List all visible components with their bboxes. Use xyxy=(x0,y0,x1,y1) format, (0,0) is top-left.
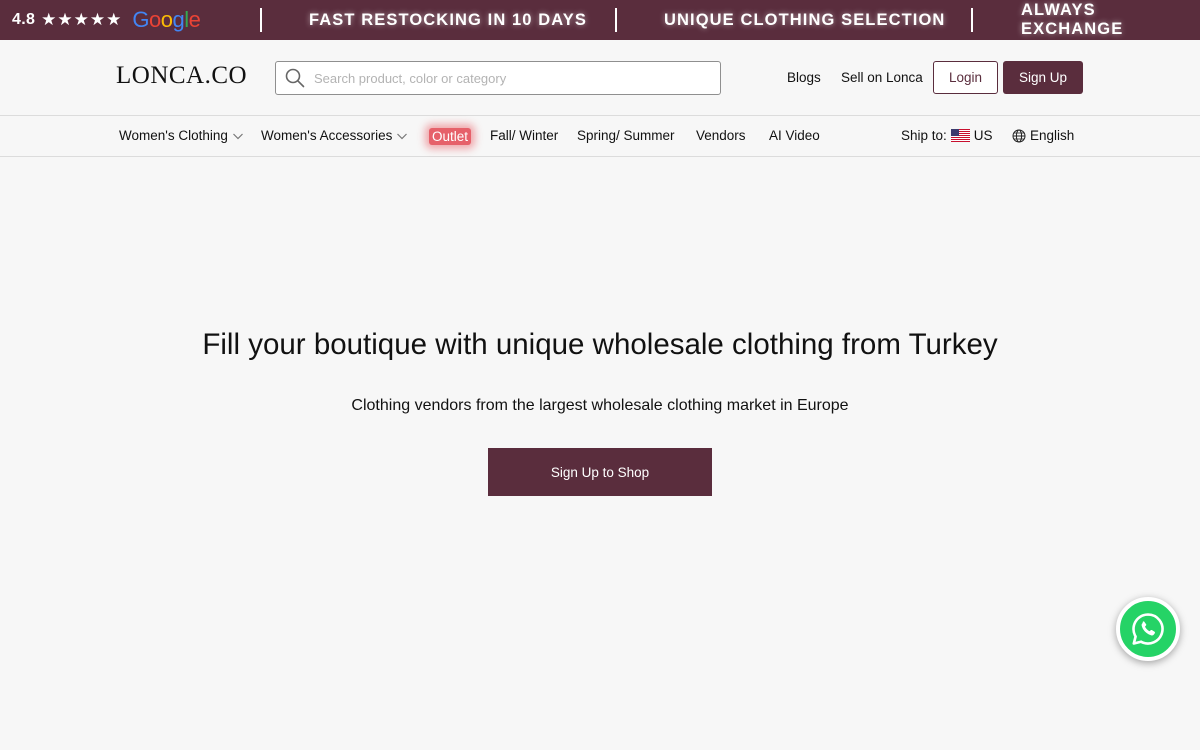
search-input[interactable] xyxy=(314,70,704,86)
site-logo[interactable]: LONCA.CO xyxy=(116,62,247,90)
blogs-link[interactable]: Blogs xyxy=(787,70,821,85)
nav-label: AI Video xyxy=(769,128,820,143)
rating-value: 4.8 xyxy=(12,11,36,28)
chevron-down-icon xyxy=(232,133,243,139)
hero-title: Fill your boutique with unique wholesale… xyxy=(202,328,998,361)
google-logo: Google xyxy=(132,7,201,33)
signup-button[interactable]: Sign Up xyxy=(1003,61,1083,94)
google-logo-letter: g xyxy=(172,7,185,32)
sell-on-lonca-link[interactable]: Sell on Lonca xyxy=(841,70,923,85)
rating-stars-icon: ★★★★★ xyxy=(41,10,123,29)
ship-to-country: US xyxy=(973,128,993,143)
language-label: English xyxy=(1030,128,1075,143)
banner-divider xyxy=(615,8,617,32)
whatsapp-chat-button[interactable] xyxy=(1116,597,1180,661)
promo-banner: 4.8 ★★★★★ Google FAST RESTOCKING IN 10 D… xyxy=(0,0,1200,40)
globe-icon xyxy=(1012,129,1026,142)
search-box[interactable] xyxy=(275,61,721,95)
google-logo-letter: G xyxy=(132,7,149,32)
chevron-down-icon xyxy=(397,133,408,139)
nav-outlet[interactable]: Outlet xyxy=(429,128,472,145)
promo-fast-restocking: FAST RESTOCKING IN 10 DAYS xyxy=(309,10,587,29)
banner-divider xyxy=(971,8,973,32)
nav-womens-clothing[interactable]: Women's Clothing xyxy=(119,128,244,143)
nav-ai-video[interactable]: AI Video xyxy=(769,128,820,143)
nav-vendors[interactable]: Vendors xyxy=(696,128,746,143)
banner-divider xyxy=(260,8,262,32)
nav-label: Spring/ Summer xyxy=(577,128,675,143)
language-selector[interactable]: English xyxy=(1012,128,1074,143)
nav-spring-summer[interactable]: Spring/ Summer xyxy=(577,128,675,143)
site-header: LONCA.CO Blogs Sell on Lonca Login Sign … xyxy=(0,40,1200,116)
login-button[interactable]: Login xyxy=(933,61,998,94)
hero-subtitle: Clothing vendors from the largest wholes… xyxy=(351,397,849,414)
google-rating[interactable]: 4.8 ★★★★★ Google xyxy=(12,0,201,40)
nav-label: Vendors xyxy=(696,128,746,143)
search-icon[interactable] xyxy=(276,62,314,94)
whatsapp-icon xyxy=(1132,613,1164,645)
google-logo-letter: o xyxy=(160,7,173,32)
ship-to-label: Ship to: xyxy=(901,128,947,143)
nav-label: Women's Clothing xyxy=(119,128,228,143)
nav-label: Women's Accessories xyxy=(261,128,393,143)
google-logo-letter: e xyxy=(188,7,201,32)
category-nav: Women's Clothing Women's Accessories Out… xyxy=(0,116,1200,157)
promo-always-exchange: ALWAYS EXCHANGE xyxy=(1021,1,1124,38)
google-logo-letter: o xyxy=(148,7,161,32)
nav-label: Outlet xyxy=(429,128,472,145)
signup-to-shop-button[interactable]: Sign Up to Shop xyxy=(488,448,712,496)
nav-label: Fall/ Winter xyxy=(490,128,559,143)
us-flag-icon xyxy=(950,129,970,142)
ship-to-selector[interactable]: Ship to: US xyxy=(901,128,993,143)
nav-womens-accessories[interactable]: Women's Accessories xyxy=(261,128,408,143)
promo-unique-selection: UNIQUE CLOTHING SELECTION xyxy=(664,10,946,29)
nav-fall-winter[interactable]: Fall/ Winter xyxy=(490,128,558,143)
